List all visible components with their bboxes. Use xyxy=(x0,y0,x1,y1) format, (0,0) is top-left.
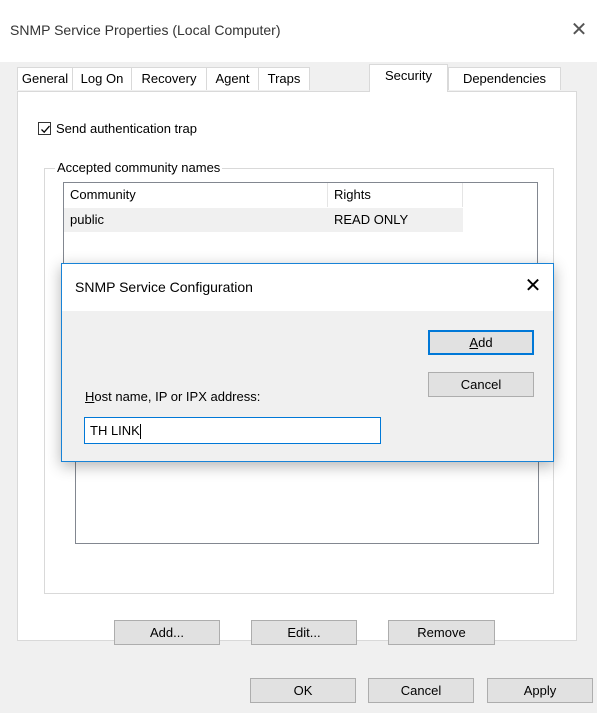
text-caret xyxy=(139,424,141,440)
dialog-close-icon[interactable]: ✕ xyxy=(523,276,543,296)
dialog-title-bar: SNMP Service Configuration ✕ xyxy=(62,264,553,311)
dialog-title: SNMP Service Configuration xyxy=(75,279,253,295)
add-accelerator: A xyxy=(469,335,479,350)
dialog-cancel-button[interactable]: Cancel xyxy=(428,372,534,397)
tab-agent[interactable]: Agent xyxy=(206,67,259,90)
tab-dependencies[interactable]: Dependencies xyxy=(448,67,561,90)
tab-traps[interactable]: Traps xyxy=(258,67,310,90)
tab-security[interactable]: Security xyxy=(369,64,448,92)
community-list-header: Community Rights xyxy=(64,183,537,207)
list-item[interactable]: public READ ONLY xyxy=(64,208,463,232)
send-auth-trap-checkbox[interactable] xyxy=(38,122,51,135)
hosts-add-button[interactable]: Add... xyxy=(114,620,220,645)
cancel-button[interactable]: Cancel xyxy=(368,678,474,703)
tab-log-on[interactable]: Log On xyxy=(72,67,132,90)
snmp-config-dialog: SNMP Service Configuration ✕ Add Cancel … xyxy=(61,263,554,462)
community-name: public xyxy=(70,212,104,227)
window-title: SNMP Service Properties (Local Computer) xyxy=(10,22,281,38)
hosts-remove-button[interactable]: Remove xyxy=(388,620,495,645)
host-address-input[interactable]: TH LINK xyxy=(84,417,381,444)
community-rights: READ ONLY xyxy=(334,212,409,227)
column-header-rights[interactable]: Rights xyxy=(328,183,463,207)
host-label-accelerator: H xyxy=(85,389,95,404)
dialog-add-button[interactable]: Add xyxy=(428,330,534,355)
host-label-rest: ost name, IP or IPX address: xyxy=(94,389,261,404)
column-header-community[interactable]: Community xyxy=(64,183,328,207)
close-icon[interactable]: ✕ xyxy=(569,20,589,40)
host-address-label: Host name, IP or IPX address: xyxy=(85,389,260,404)
send-auth-trap-label: Send authentication trap xyxy=(56,121,197,136)
apply-button[interactable]: Apply xyxy=(487,678,593,703)
tab-general[interactable]: General xyxy=(17,67,73,90)
community-group-label: Accepted community names xyxy=(55,160,223,175)
tab-recovery[interactable]: Recovery xyxy=(131,67,207,90)
hosts-edit-button[interactable]: Edit... xyxy=(251,620,357,645)
checkmark-icon xyxy=(41,125,50,134)
title-bar: SNMP Service Properties (Local Computer)… xyxy=(0,0,597,62)
properties-window: SNMP Service Properties (Local Computer)… xyxy=(0,0,597,713)
add-label-rest: dd xyxy=(478,335,493,350)
ok-button[interactable]: OK xyxy=(250,678,356,703)
host-address-value: TH LINK xyxy=(90,423,140,438)
